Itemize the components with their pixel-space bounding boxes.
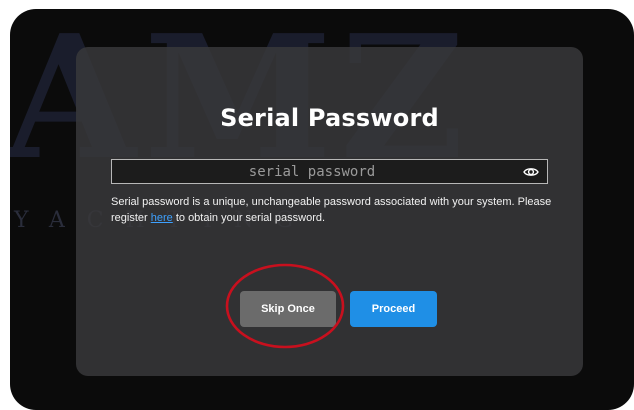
register-here-link[interactable]: here	[151, 212, 173, 224]
skip-once-button[interactable]: Skip Once	[240, 291, 336, 327]
eye-icon[interactable]	[523, 164, 539, 180]
serial-password-dialog: Serial Password Serial password is a uni…	[76, 47, 583, 376]
dialog-title: Serial Password	[220, 104, 439, 132]
serial-password-input[interactable]	[112, 160, 512, 183]
help-text-after: to obtain your serial password.	[172, 212, 326, 224]
serial-password-help: Serial password is a unique, unchangeabl…	[111, 194, 561, 226]
proceed-button[interactable]: Proceed	[350, 291, 437, 327]
serial-password-field	[111, 159, 548, 184]
app-window: AMZ YACHTING Serial Password Serial pass…	[10, 9, 634, 410]
